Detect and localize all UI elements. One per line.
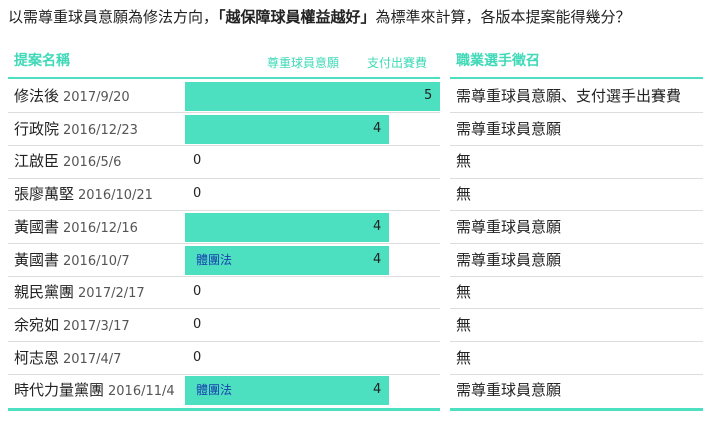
- table-row: 江啟臣 2016/5/6 0 無: [0, 145, 705, 177]
- score-label: 0: [193, 349, 202, 365]
- score-bar: [185, 114, 389, 144]
- proposal-date: 2017/4/7: [63, 351, 122, 367]
- table-row: 黃國書 2016/12/16 4 需尊重球員意願: [0, 211, 705, 243]
- table-row: 行政院 2016/12/23 4 需尊重球員意願: [0, 113, 705, 145]
- draft-requirement: 無: [456, 152, 472, 171]
- proposal-name: 行政院 2016/12/23: [14, 113, 138, 145]
- header-divider-right: [450, 77, 703, 79]
- draft-requirement: 需尊重球員意願、支付選手出賽費: [456, 87, 682, 105]
- proposal-name-text: 時代力量黨團: [14, 381, 105, 400]
- proposal-name: 時代力量黨團 2016/11/4: [14, 374, 175, 406]
- proposal-date: 2016/10/21: [78, 188, 153, 204]
- draft-requirement: 無: [456, 315, 472, 334]
- draft-requirement: 需尊重球員意願: [456, 250, 562, 269]
- proposal-date: 2017/2/17: [78, 286, 145, 302]
- score-label: 0: [193, 284, 202, 300]
- table-row: 張廖萬堅 2016/10/21 0 無: [0, 178, 705, 210]
- score-label: 0: [193, 316, 202, 332]
- proposal-date: 2016/12/23: [63, 122, 138, 138]
- proposal-name-text: 余宛如: [14, 315, 60, 334]
- proposal-name-text: 黃國書: [14, 250, 60, 269]
- proposal-date: 2016/10/7: [63, 253, 130, 269]
- score-label: 0: [193, 153, 202, 169]
- proposal-name-text: 親民黨團: [14, 283, 75, 302]
- proposal-name-text: 張廖萬堅: [14, 185, 75, 204]
- table-row: 余宛如 2017/3/17 0 無: [0, 309, 705, 341]
- proposal-name-text: 修法後: [14, 87, 60, 105]
- bottom-divider-right: [450, 408, 703, 411]
- proposal-date: 2017/3/17: [63, 318, 130, 334]
- table-row: 柯志恩 2017/4/7 0 無: [0, 342, 705, 374]
- header-proposal: 提案名稱: [14, 53, 70, 69]
- bottom-divider-left: [8, 408, 440, 411]
- table-row: 修法後 2017/9/20 5 需尊重球員意願、支付選手出賽費: [0, 80, 705, 112]
- score-label: 4: [373, 120, 382, 136]
- proposal-name: 親民黨團 2017/2/17: [14, 276, 145, 308]
- question-prefix: 以需尊重球員意願為修法方向，: [8, 8, 219, 26]
- table-row: 時代力量黨團 2016/11/4 4 體團法 需尊重球員意願: [0, 374, 705, 406]
- header-draft: 職業選手徵召: [456, 53, 540, 69]
- score-bar: [185, 82, 440, 111]
- score-label: 4: [373, 218, 382, 234]
- draft-requirement: 需尊重球員意願: [456, 119, 562, 138]
- score-label: 0: [193, 186, 202, 202]
- proposal-name: 張廖萬堅 2016/10/21: [14, 178, 153, 210]
- proposal-name-text: 柯志恩: [14, 348, 60, 367]
- table-row: 親民黨團 2017/2/17 0 無: [0, 276, 705, 308]
- proposal-name: 黃國書 2016/12/16: [14, 211, 138, 243]
- score-bar: [185, 212, 389, 242]
- draft-requirement: 需尊重球員意願: [456, 217, 562, 236]
- proposal-name: 余宛如 2017/3/17: [14, 309, 130, 341]
- score-label: 4: [373, 251, 382, 267]
- proposal-name: 黃國書 2016/10/7: [14, 244, 130, 276]
- draft-requirement: 無: [456, 185, 472, 204]
- bar-note: 體團法: [196, 252, 233, 267]
- proposal-name: 修法後 2017/9/20: [14, 80, 130, 112]
- proposal-name: 柯志恩 2017/4/7: [14, 342, 121, 374]
- header-pay-fee: 支付出賽費: [367, 56, 428, 70]
- question-highlight: 「越保障球員權益越好」: [218, 8, 376, 26]
- table-row: 黃國書 2016/10/7 4 體團法 需尊重球員意願: [0, 244, 705, 276]
- draft-requirement: 無: [456, 283, 472, 302]
- proposal-date: 2017/9/20: [63, 90, 130, 105]
- draft-requirement: 無: [456, 348, 472, 367]
- proposal-name-text: 行政院: [14, 119, 60, 138]
- proposal-date: 2016/11/4: [108, 384, 175, 400]
- proposal-date: 2016/12/16: [63, 220, 138, 236]
- proposal-name-text: 黃國書: [14, 217, 60, 236]
- question-suffix: 為標準來計算，各版本提案能得幾分？: [375, 8, 631, 26]
- proposal-name: 江啟臣 2016/5/6: [14, 145, 121, 177]
- score-label: 5: [424, 88, 433, 103]
- header-respect-will: 尊重球員意願: [267, 56, 340, 70]
- header-divider-left: [8, 77, 440, 79]
- proposal-name-text: 江啟臣: [14, 152, 60, 171]
- draft-requirement: 需尊重球員意願: [456, 381, 562, 400]
- bar-note: 體團法: [196, 383, 233, 398]
- score-label: 4: [373, 382, 382, 398]
- proposal-date: 2016/5/6: [63, 155, 122, 171]
- question-text: 以需尊重球員意願為修法方向，「越保障球員權益越好」為標準來計算，各版本提案能得幾…: [8, 6, 631, 28]
